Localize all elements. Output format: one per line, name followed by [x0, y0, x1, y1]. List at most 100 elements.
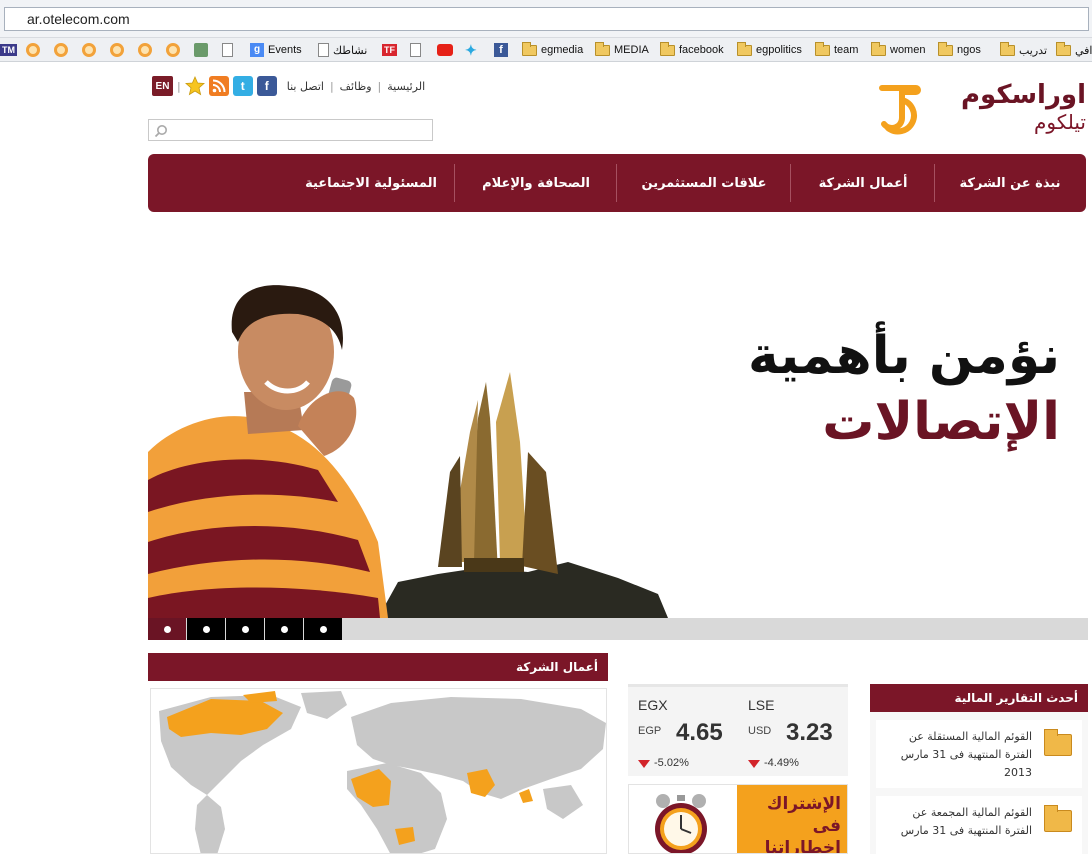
stock-lse: LSE USD 3.23 -4.49%: [748, 697, 848, 769]
page-icon: [222, 43, 233, 57]
nav-social-responsibility[interactable]: المسئولية الاجتماعية: [288, 154, 454, 212]
google-icon: g: [250, 43, 264, 57]
twitter-icon: ✦: [465, 42, 477, 58]
slider-pager: [148, 618, 1088, 640]
orange-favicon-icon: [138, 43, 152, 57]
bookmark-folder-tadreeb[interactable]: تدريب: [1000, 41, 1047, 59]
nav-about[interactable]: نبذة عن الشركة: [936, 154, 1084, 212]
stock-ticker: EGX EGP 4.65 -5.02% LSE USD 3.23 -4.49%: [628, 684, 848, 776]
slide-dot-2[interactable]: [187, 618, 225, 640]
stock-exchange-label: EGX: [638, 697, 668, 713]
bookmark-favicon-5[interactable]: [138, 41, 156, 59]
page-icon: [410, 43, 421, 57]
browser-address-bar: ar.otelecom.com: [0, 0, 1092, 38]
bookmark-folder-egpolitics[interactable]: egpolitics: [737, 41, 802, 59]
operations-map[interactable]: [150, 688, 607, 854]
bookmark-folder-team[interactable]: team: [815, 41, 858, 59]
bookmark-events[interactable]: g Events: [250, 41, 302, 59]
orange-favicon-icon: [166, 43, 180, 57]
folder-icon: [595, 41, 610, 56]
stock-currency: USD: [748, 725, 772, 737]
orange-favicon-icon: [26, 43, 40, 57]
bookmark-page-2[interactable]: [410, 41, 425, 59]
subscribe-alerts-banner[interactable]: الإشتراك فى إخطاراتنا: [628, 784, 848, 854]
facebook-icon[interactable]: f: [256, 76, 277, 96]
report-title: القوئم المالية المجمعة عن الفترة المنتهي…: [900, 806, 1032, 837]
search-input[interactable]: [148, 119, 433, 141]
bookmark-facebook[interactable]: f: [494, 41, 512, 59]
bookmark-tm[interactable]: TM: [0, 41, 17, 59]
bookmark-twitter[interactable]: ✦: [465, 41, 483, 59]
search-icon: [154, 125, 167, 138]
bookmark-favicon-4[interactable]: [110, 41, 128, 59]
nav-media[interactable]: الصحافة والإعلام: [456, 154, 616, 212]
orascom-telecom-logo[interactable]: اوراسكوم تيلكوم: [876, 78, 1086, 140]
page-icon: [318, 43, 329, 57]
slide-dot-5[interactable]: [304, 618, 342, 640]
orange-favicon-icon: [110, 43, 124, 57]
folder-icon: [1000, 41, 1015, 56]
logo-text-top: اوراسكوم: [961, 80, 1086, 110]
reports-section-title: أحدث التقارير المالية: [870, 684, 1088, 712]
bookmark-favicon-3[interactable]: [82, 41, 100, 59]
folder-icon: [522, 41, 537, 56]
world-map-image: [159, 691, 606, 853]
bookmark-favicon-6[interactable]: [166, 41, 184, 59]
folder-icon: [938, 41, 953, 56]
hero-banner[interactable]: نؤمن بأهمية الإتصالات: [148, 222, 1088, 618]
twitter-icon[interactable]: t: [232, 76, 253, 96]
hero-headline-line2: الإتصالات: [822, 392, 1060, 452]
down-arrow-icon: [748, 760, 760, 768]
nav-operations[interactable]: أعمال الشركة: [792, 154, 934, 212]
stock-currency: EGP: [638, 725, 662, 737]
slide-dot-3[interactable]: [226, 618, 264, 640]
bookmark-tf[interactable]: TF: [382, 41, 397, 59]
bookmark-folder-ngos[interactable]: ngos: [938, 41, 981, 59]
folder-icon: [660, 41, 675, 56]
bookmark-page[interactable]: [222, 41, 237, 59]
facebook-icon: f: [494, 43, 508, 57]
main-navigation: نبذة عن الشركة أعمال الشركة علاقات المست…: [148, 154, 1086, 212]
slide-dot-1[interactable]: [148, 618, 186, 640]
subscribe-alerts-text: الإشتراك فى إخطاراتنا: [764, 794, 841, 854]
nav-investor-relations[interactable]: علاقات المستثمرين: [618, 154, 790, 212]
bookmarks-bar: TM g Events نشاطك TF ✦ f egmedia MEDIA f…: [0, 38, 1092, 62]
jobs-link[interactable]: وظائف: [340, 80, 372, 93]
english-language-button[interactable]: EN: [152, 76, 173, 96]
bookmark-folder-media[interactable]: MEDIA: [595, 41, 649, 59]
report-item[interactable]: القوئم المالية المجمعة عن الفترة المنتهي…: [876, 796, 1082, 854]
folder-icon: [815, 41, 830, 56]
bookmark-favicon-2[interactable]: [54, 41, 72, 59]
utility-links: EN | t f اتصل بنا | وظائف | الرئيسية: [152, 74, 431, 98]
down-arrow-icon: [638, 760, 650, 768]
home-link[interactable]: الرئيسية: [387, 80, 425, 93]
bookmark-youtube[interactable]: [437, 41, 457, 59]
folder-icon: [737, 41, 752, 56]
bookmark-favicon-1[interactable]: [26, 41, 44, 59]
folder-icon: [871, 41, 886, 56]
stock-price: 3.23: [786, 719, 833, 746]
bookmark-nashatak[interactable]: نشاطك: [318, 41, 367, 59]
stock-change: -4.49%: [764, 757, 799, 769]
stock-egx: EGX EGP 4.65 -5.02%: [638, 697, 738, 769]
url-text: ar.otelecom.com: [27, 11, 130, 27]
hero-headline-line1: نؤمن بأهمية: [748, 326, 1060, 386]
folder-icon: [1044, 729, 1072, 756]
bookmark-folder-egmedia[interactable]: egmedia: [522, 41, 583, 59]
bookmark-folder-afi[interactable]: افي: [1056, 41, 1092, 59]
contact-link[interactable]: اتصل بنا: [287, 80, 324, 93]
url-field[interactable]: ar.otelecom.com: [4, 7, 1089, 31]
stock-exchange-label: LSE: [748, 697, 775, 713]
tree-icon: [194, 43, 208, 57]
operations-section-title: أعمال الشركة: [148, 653, 608, 681]
slide-dot-4[interactable]: [265, 618, 303, 640]
rss-icon[interactable]: [208, 76, 229, 96]
bookmark-folder-facebook[interactable]: facebook: [660, 41, 724, 59]
financial-reports-list: القوئم المالية المستقلة عن الفترة المنته…: [870, 712, 1088, 854]
stock-price: 4.65: [676, 719, 723, 746]
bookmark-tree[interactable]: [194, 41, 212, 59]
folder-icon: [1056, 41, 1071, 56]
bookmark-folder-women[interactable]: women: [871, 41, 925, 59]
favorites-star-icon[interactable]: [184, 76, 205, 96]
report-item[interactable]: القوئم المالية المستقلة عن الفترة المنته…: [876, 720, 1082, 788]
